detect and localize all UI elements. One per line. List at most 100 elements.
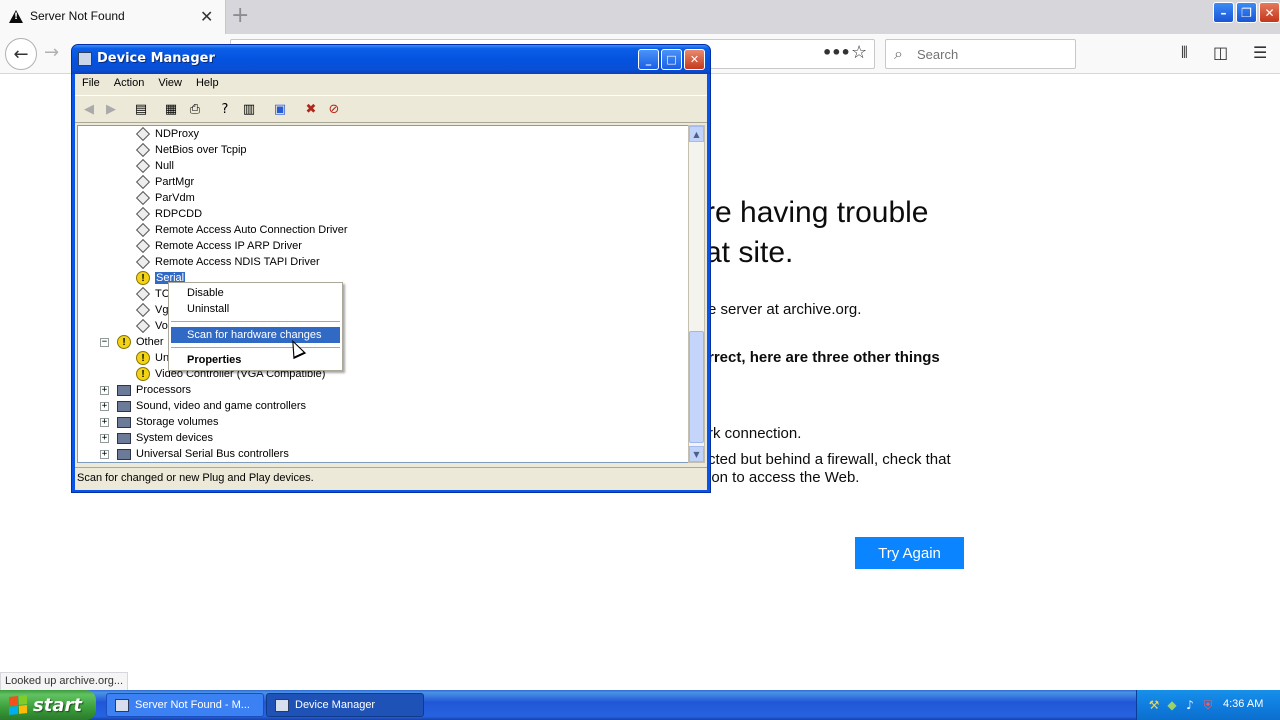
search-input[interactable]: ⌕ Search — [885, 39, 1076, 69]
menu-item-properties[interactable]: Properties — [171, 352, 340, 368]
view-icon[interactable]: ▥ — [241, 101, 257, 117]
tray-network-icon[interactable]: ⚒ — [1147, 698, 1161, 712]
hamburger-menu-icon[interactable]: ☰ — [1253, 43, 1267, 62]
driver-icon — [135, 158, 151, 174]
warning-icon — [9, 10, 23, 23]
menu-item-scan-hardware[interactable]: Scan for hardware changes — [171, 327, 340, 343]
bookmark-star-icon[interactable]: ☆ — [851, 42, 867, 63]
tray-security-icon[interactable]: ⛨ — [1201, 698, 1215, 712]
menu-bar: File Action View Help — [75, 74, 707, 94]
menu-item-disable[interactable]: Disable — [171, 285, 340, 301]
library-icon[interactable]: ⫴ — [1181, 43, 1188, 63]
tree-item-label: Storage volumes — [136, 416, 219, 428]
driver-icon — [135, 190, 151, 206]
tab-title: Server Not Found — [30, 9, 125, 23]
tree-item[interactable]: Processors — [116, 382, 191, 398]
tree-item-label: Remote Access Auto Connection Driver — [155, 224, 348, 236]
error-suggestions-heading: rrect, here are three other things — [708, 349, 940, 366]
tree-item[interactable]: Universal Serial Bus controllers — [116, 446, 289, 462]
page-actions-icon[interactable]: ••• — [822, 43, 851, 62]
tree-item[interactable]: Storage volumes — [116, 414, 219, 430]
taskbar: start Server Not Found - M... Device Man… — [0, 690, 1280, 720]
collapse-other-expander[interactable]: − — [100, 338, 109, 347]
sidebar-icon[interactable]: ◫ — [1213, 43, 1228, 62]
toolbar: ◀ ▶ ▤ ▦ ⎙ ? ▥ ▣ ✖ ⊘ — [75, 95, 707, 123]
scroll-up-button[interactable]: ▲ — [689, 126, 704, 142]
tree-item[interactable]: Null — [135, 158, 174, 174]
menu-view[interactable]: View — [151, 74, 189, 94]
status-bar: Scan for changed or new Plug and Play de… — [75, 467, 707, 488]
menu-action[interactable]: Action — [107, 74, 152, 94]
expand-sound[interactable]: + — [100, 402, 109, 411]
tree-item[interactable]: ! Un — [135, 350, 169, 366]
arrow-left-icon: ← — [13, 43, 29, 65]
taskbar-item-label: Server Not Found - M... — [135, 699, 250, 711]
tree-item[interactable]: Remote Access NDIS TAPI Driver — [135, 254, 320, 270]
scroll-down-button[interactable]: ▼ — [689, 446, 704, 462]
error-description: e server at archive.org. — [708, 301, 862, 318]
restore-button[interactable]: ❐ — [1236, 2, 1257, 23]
tree-item[interactable]: Remote Access IP ARP Driver — [135, 238, 302, 254]
menu-help[interactable]: Help — [189, 74, 226, 94]
menu-file[interactable]: File — [75, 74, 107, 94]
back-icon[interactable]: ◀ — [81, 101, 97, 117]
expand-processors[interactable]: + — [100, 386, 109, 395]
window-controls: – ❐ ✕ — [1213, 2, 1280, 23]
help-icon[interactable]: ? — [217, 101, 233, 117]
maximize-button[interactable]: □ — [661, 49, 682, 70]
expand-system[interactable]: + — [100, 434, 109, 443]
tree-item[interactable]: ! Other — [116, 334, 164, 350]
tree-item[interactable]: RDPCDD — [135, 206, 202, 222]
browser-status: Looked up archive.org... — [0, 672, 129, 691]
error-suggestion-2b: ion to access the Web. — [708, 469, 860, 486]
tree-item-label: Universal Serial Bus controllers — [136, 448, 289, 460]
minimize-button[interactable]: – — [1213, 2, 1234, 23]
tree-item[interactable]: TC — [135, 286, 170, 302]
error-suggestion-1: rk connection. — [708, 425, 802, 442]
tree-item[interactable]: System devices — [116, 430, 213, 446]
tree-item[interactable]: Remote Access Auto Connection Driver — [135, 222, 348, 238]
minimize-button[interactable]: _ — [638, 49, 659, 70]
title-bar[interactable]: Device Manager _ □ ✕ — [72, 45, 710, 74]
tree-item[interactable]: ParVdm — [135, 190, 195, 206]
try-again-button[interactable]: Try Again — [855, 537, 964, 569]
context-menu: Disable Uninstall Scan for hardware chan… — [168, 282, 343, 371]
new-tab-icon[interactable]: + — [231, 3, 249, 28]
tree-item-label: Un — [155, 352, 170, 364]
disable-icon[interactable]: ⊘ — [326, 101, 342, 117]
browser-tab[interactable]: Server Not Found ✕ — [0, 0, 226, 34]
taskbar-item-device-manager[interactable]: Device Manager — [266, 693, 424, 717]
close-window-button[interactable]: ✕ — [1259, 2, 1280, 23]
forward-arrow-icon[interactable]: → — [44, 42, 59, 63]
expand-storage[interactable]: + — [100, 418, 109, 427]
tree-item-label: NetBios over Tcpip — [155, 144, 247, 156]
tree-item[interactable]: NDProxy — [135, 126, 199, 142]
error-suggestion-2a: cted but behind a firewall, check that — [708, 451, 951, 468]
close-icon[interactable]: ✕ — [200, 7, 213, 26]
taskbar-item-firefox[interactable]: Server Not Found - M... — [106, 693, 264, 717]
close-button[interactable]: ✕ — [684, 49, 705, 70]
scroll-thumb[interactable] — [689, 331, 704, 443]
driver-icon — [135, 238, 151, 254]
expand-usb[interactable]: + — [100, 450, 109, 459]
menu-item-uninstall[interactable]: Uninstall — [171, 301, 340, 317]
uninstall-icon[interactable]: ✖ — [303, 101, 319, 117]
show-hide-tree-icon[interactable]: ▤ — [133, 101, 149, 117]
properties-icon[interactable]: ▦ — [163, 101, 179, 117]
back-button[interactable]: ← — [5, 38, 37, 70]
tray-shield-icon[interactable]: ◆ — [1165, 698, 1179, 712]
driver-icon — [135, 302, 151, 318]
print-icon[interactable]: ⎙ — [187, 101, 203, 117]
forward-icon[interactable]: ▶ — [103, 101, 119, 117]
vertical-scrollbar[interactable]: ▲ ▼ — [688, 125, 705, 463]
tray-speaker-icon[interactable]: ♪ — [1183, 698, 1197, 712]
tree-item[interactable]: PartMgr — [135, 174, 194, 190]
tree-item[interactable]: NetBios over Tcpip — [135, 142, 247, 158]
tree-item-label: System devices — [136, 432, 214, 444]
tree-item[interactable]: Vo — [135, 318, 168, 334]
scan-hardware-icon[interactable]: ▣ — [272, 101, 288, 117]
tree-item[interactable]: Vg — [135, 302, 168, 318]
start-button[interactable]: start — [0, 690, 96, 720]
tree-item[interactable]: Sound, video and game controllers — [116, 398, 306, 414]
tree-item-label: Processors — [136, 384, 192, 396]
